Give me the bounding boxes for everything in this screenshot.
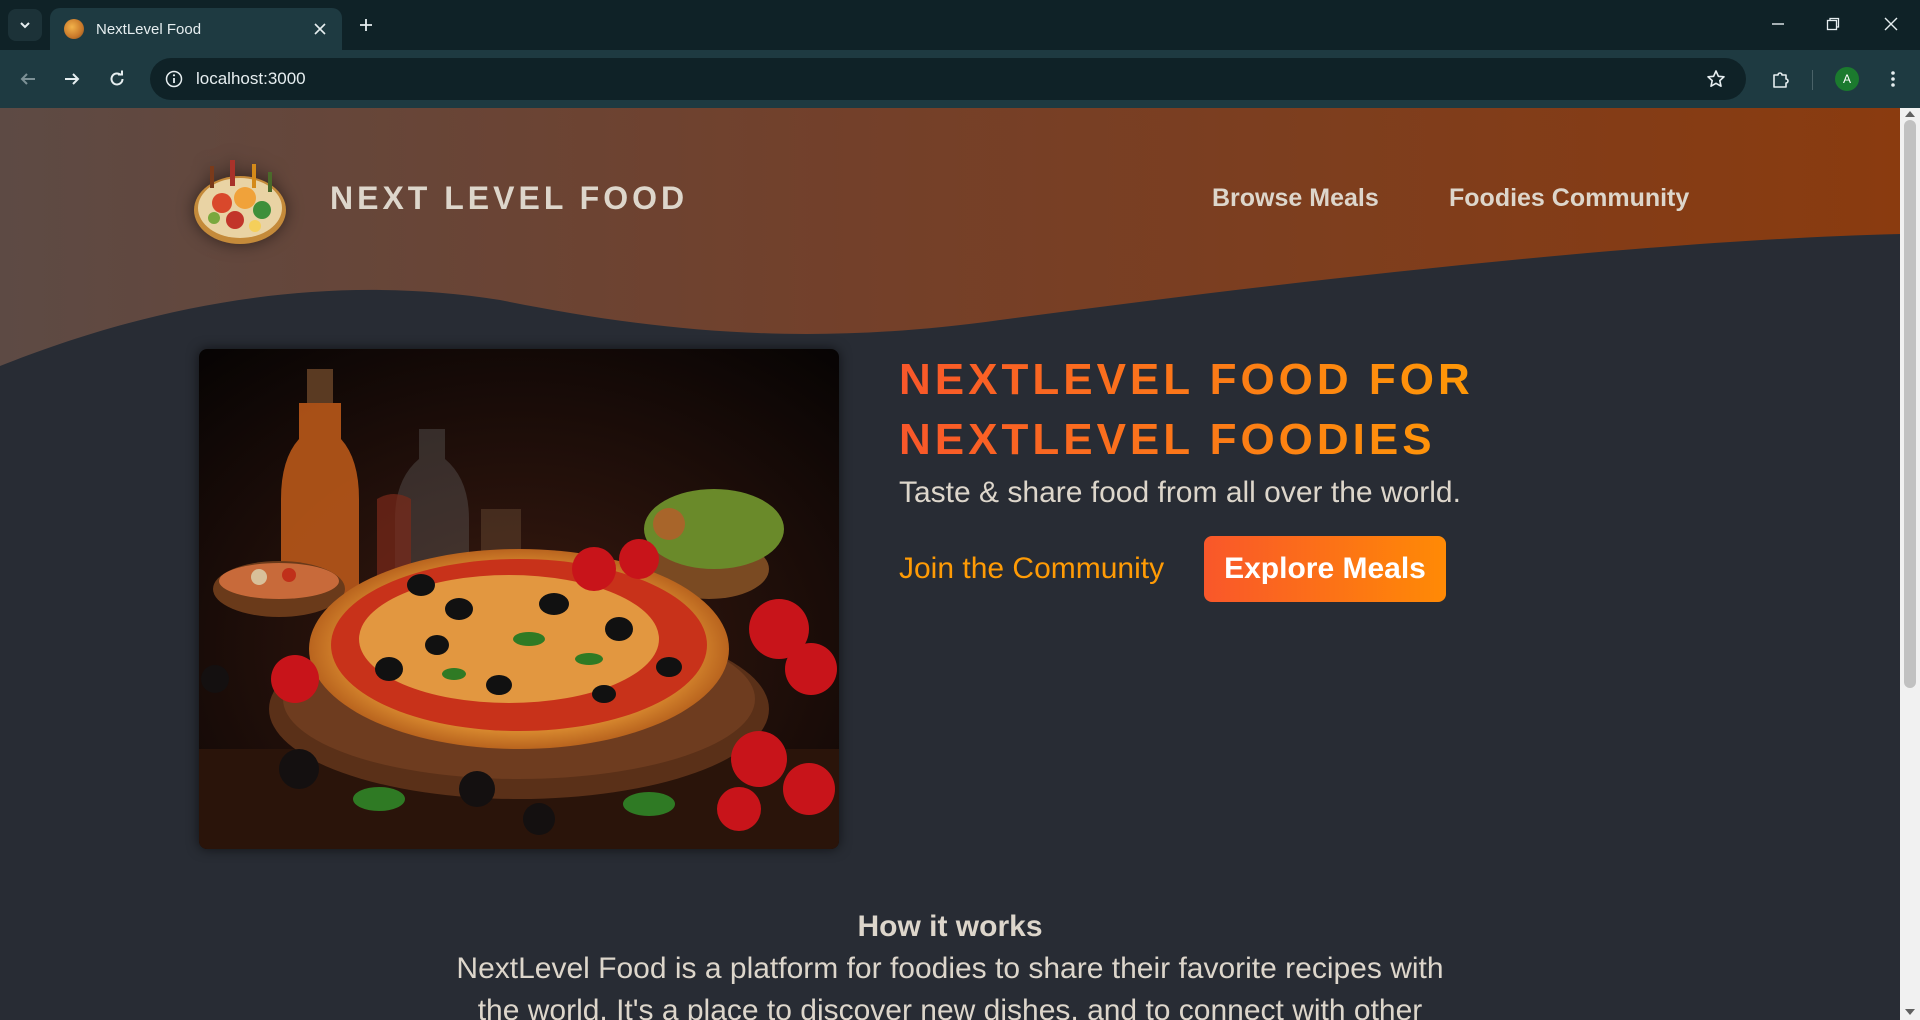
info-icon bbox=[165, 70, 183, 88]
star-icon bbox=[1707, 70, 1725, 87]
plus-icon bbox=[360, 19, 372, 31]
restore-button[interactable] bbox=[1813, 8, 1853, 40]
hero-subtitle: Taste & share food from all over the wor… bbox=[899, 476, 1461, 509]
reload-button[interactable] bbox=[101, 63, 133, 95]
page-viewport: NEXT LEVEL FOOD Browse Meals Foodies Com… bbox=[0, 108, 1900, 1020]
arrow-left-icon bbox=[20, 73, 35, 85]
how-it-works-section: How it works NextLevel Food is a platfor… bbox=[0, 910, 1900, 1020]
browser-menu-button[interactable] bbox=[1877, 63, 1909, 95]
minimize-button[interactable] bbox=[1758, 8, 1798, 40]
close-icon bbox=[1884, 17, 1898, 31]
scroll-up-arrow[interactable] bbox=[1905, 110, 1915, 118]
toolbar-divider bbox=[1812, 70, 1813, 90]
close-icon bbox=[314, 23, 326, 35]
browser-tab-active[interactable]: NextLevel Food bbox=[50, 8, 342, 50]
restore-icon bbox=[1826, 17, 1840, 31]
how-it-works-title: How it works bbox=[857, 910, 1043, 943]
hero-title: NEXTLEVEL FOOD FOR NEXTLEVEL FOODIES bbox=[899, 350, 1759, 470]
scrollbar-thumb[interactable] bbox=[1904, 120, 1916, 688]
hero-cta-row: Join the Community Explore Meals bbox=[899, 536, 1759, 602]
extensions-button[interactable] bbox=[1765, 63, 1797, 95]
page-scrollbar[interactable] bbox=[1900, 108, 1920, 1020]
tab-search-button[interactable] bbox=[8, 9, 42, 41]
browser-toolbar: localhost:3000 A bbox=[0, 50, 1920, 108]
logo-text: NEXT LEVEL FOOD bbox=[330, 179, 689, 216]
explore-meals-button[interactable]: Explore Meals bbox=[1204, 536, 1446, 602]
nav-foodies-community[interactable]: Foodies Community bbox=[1449, 184, 1689, 213]
more-vertical-icon bbox=[1891, 71, 1895, 87]
site-header: NEXT LEVEL FOOD Browse Meals Foodies Com… bbox=[0, 108, 1900, 288]
back-button[interactable] bbox=[12, 63, 44, 95]
hero-text: NEXTLEVEL FOOD FOR NEXTLEVEL FOODIES Tas… bbox=[899, 350, 1759, 602]
arrow-right-icon bbox=[65, 73, 80, 85]
site-favicon-icon bbox=[64, 19, 84, 39]
caret-up-icon bbox=[1905, 111, 1915, 117]
puzzle-icon bbox=[1773, 72, 1789, 88]
new-tab-button[interactable] bbox=[352, 11, 380, 39]
minimize-icon bbox=[1772, 23, 1784, 25]
scroll-down-arrow[interactable] bbox=[1905, 1008, 1915, 1016]
browser-tab-bar: NextLevel Food bbox=[0, 0, 1920, 50]
url-text: localhost:3000 bbox=[196, 69, 306, 88]
bookmark-button[interactable] bbox=[1698, 61, 1734, 97]
hero-pizza-image bbox=[199, 349, 839, 849]
pizza-illustration bbox=[199, 349, 839, 849]
nav-browse-meals[interactable]: Browse Meals bbox=[1212, 184, 1379, 213]
site-info-button[interactable] bbox=[156, 61, 192, 97]
reload-icon bbox=[110, 70, 124, 86]
tab-title: NextLevel Food bbox=[96, 20, 202, 38]
profile-avatar[interactable]: A bbox=[1835, 67, 1859, 91]
caret-down-icon bbox=[1905, 1009, 1915, 1015]
close-window-button[interactable] bbox=[1871, 8, 1911, 40]
address-bar[interactable]: localhost:3000 bbox=[150, 58, 1746, 100]
food-platter-logo bbox=[194, 160, 286, 244]
how-it-works-text: NextLevel Food is a platform for foodies… bbox=[456, 952, 1444, 1020]
logo-link[interactable]: NEXT LEVEL FOOD bbox=[190, 148, 688, 248]
tab-close-button[interactable] bbox=[306, 15, 334, 43]
chevron-down-icon bbox=[20, 22, 30, 29]
forward-button[interactable] bbox=[56, 63, 88, 95]
join-community-link[interactable]: Join the Community bbox=[899, 552, 1164, 586]
